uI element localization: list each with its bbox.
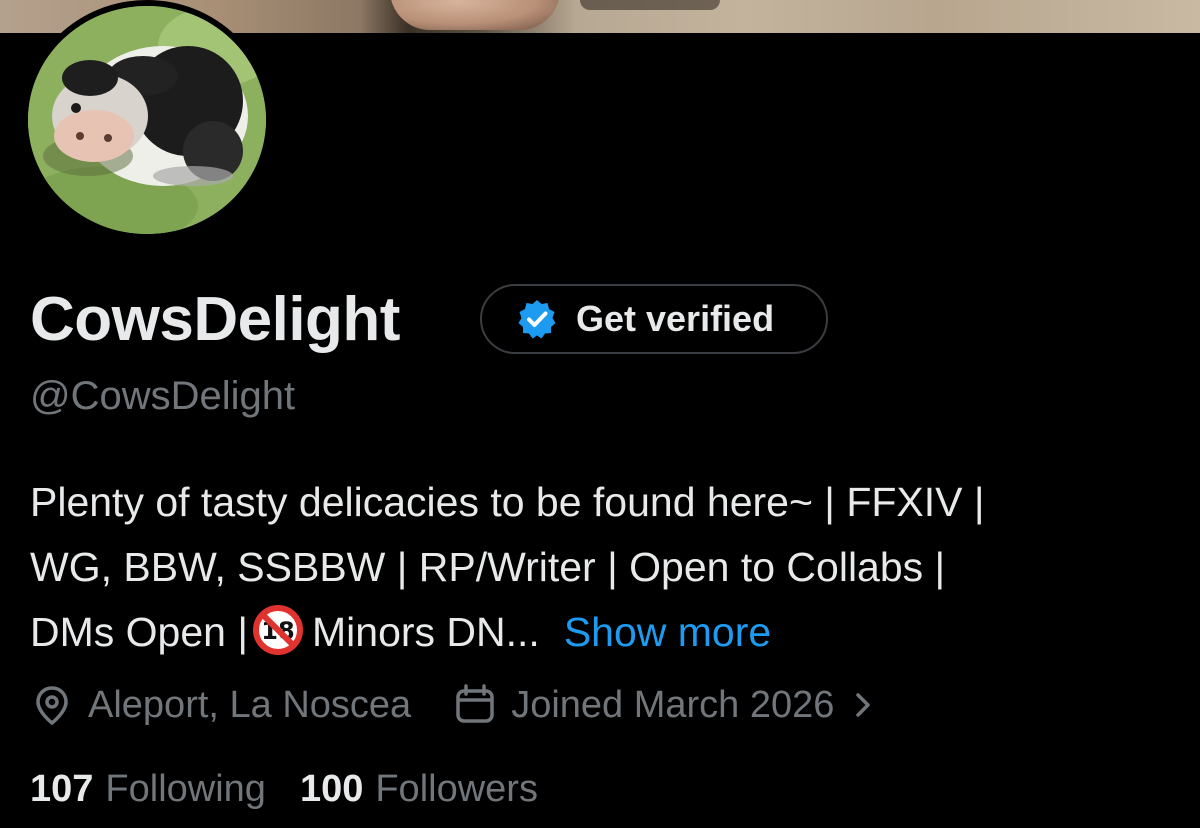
join-date[interactable]: Joined March 2026	[453, 683, 878, 727]
chevron-right-icon	[856, 693, 871, 717]
display-name: CowsDelight	[30, 285, 400, 354]
bio-line: Plenty of tasty delicacies to be found h…	[30, 479, 985, 525]
no-one-under-eighteen-icon: 18	[252, 604, 304, 656]
profile-meta: Aleport, La Noscea Joined March 2026	[30, 680, 878, 730]
following-link[interactable]: 107 Following	[30, 768, 266, 811]
banner-image-shadow	[580, 0, 720, 10]
join-date-text: Joined March 2026	[511, 683, 835, 726]
bio-line: WG, BBW, SSBBW | RP/Writer | Open to Col…	[30, 544, 946, 590]
get-verified-label: Get verified	[576, 298, 775, 339]
avatar-image	[28, 6, 266, 234]
show-more-link[interactable]: Show more	[564, 609, 771, 655]
location-text: Aleport, La Noscea	[88, 683, 412, 726]
location-pin-icon	[36, 686, 68, 726]
followers-link[interactable]: 100 Followers	[300, 768, 538, 811]
banner-image-detail	[390, 0, 560, 30]
bio-line: DMs Open | 18 Minors DN... Show more	[30, 600, 1180, 665]
avatar[interactable]	[22, 0, 272, 240]
followers-label: Followers	[375, 768, 538, 810]
get-verified-button[interactable]: Get verified	[480, 284, 828, 354]
verified-badge-icon	[516, 298, 558, 340]
following-count: 107	[30, 768, 94, 810]
location: Aleport, La Noscea	[30, 683, 411, 727]
calendar-icon	[456, 684, 494, 723]
followers-count: 100	[299, 768, 364, 810]
bio-text: DMs Open |	[30, 609, 248, 655]
following-label: Following	[105, 768, 266, 810]
bio-text: Minors DN...	[312, 609, 540, 655]
profile-bio: Plenty of tasty delicacies to be found h…	[30, 470, 1180, 665]
user-handle: @CowsDelight	[30, 374, 296, 418]
follow-stats: 107 Following 100 Followers	[30, 768, 538, 811]
